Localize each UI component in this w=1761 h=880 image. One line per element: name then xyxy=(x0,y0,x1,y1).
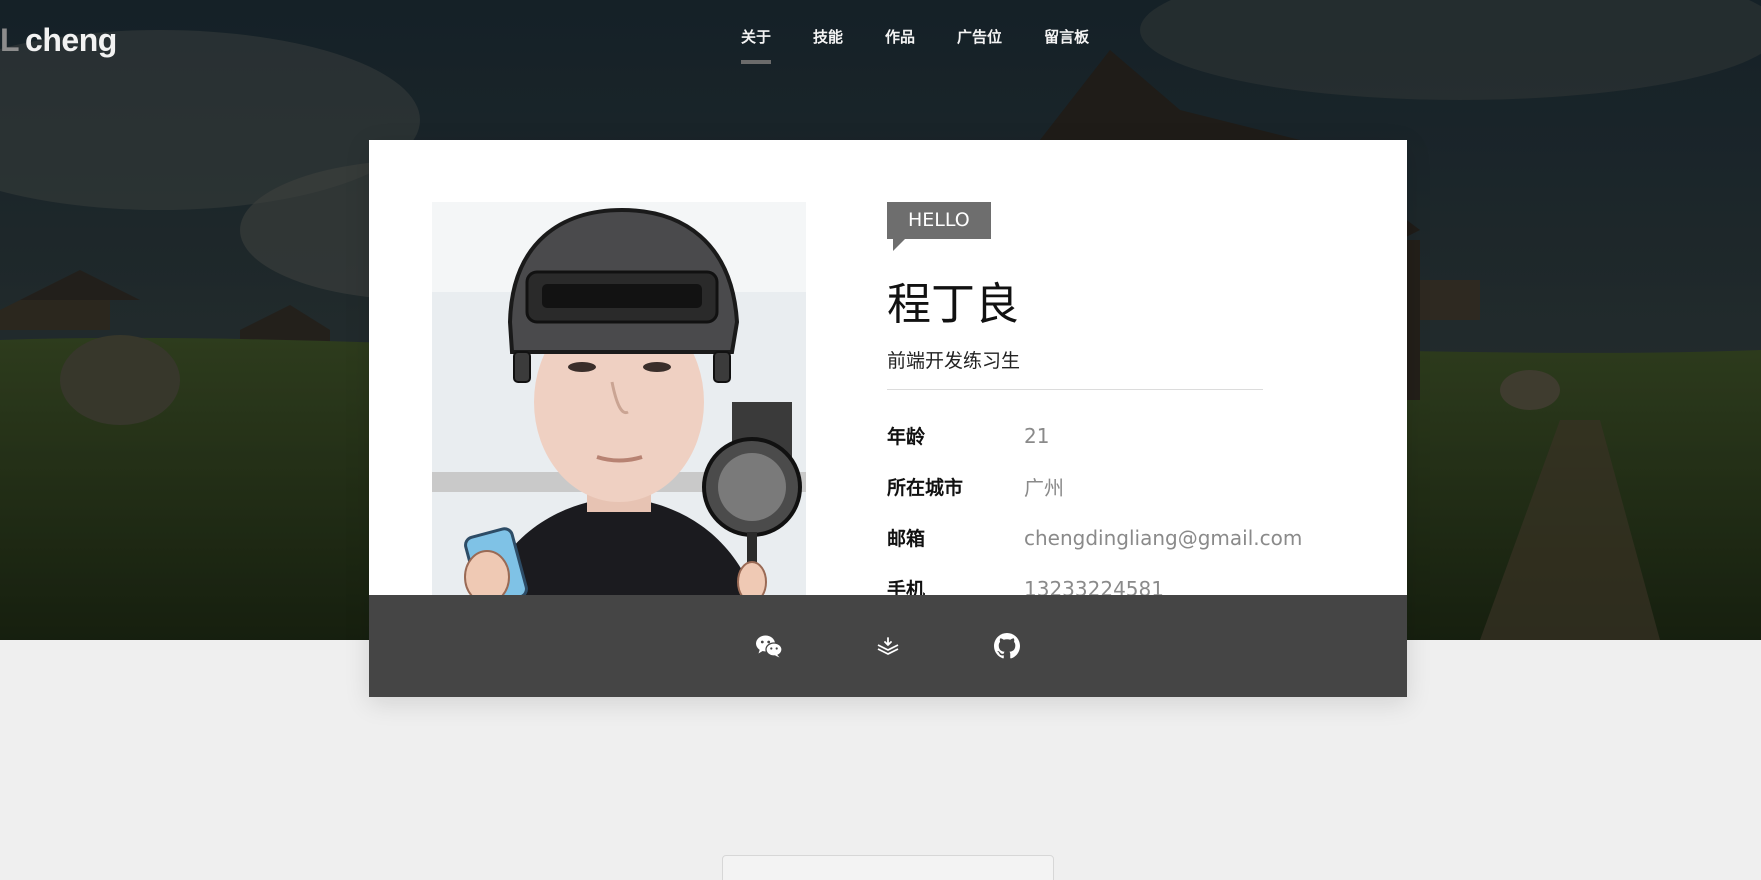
logo-text: cheng xyxy=(25,22,117,58)
profile-photo xyxy=(432,202,806,636)
logo-prefix: L xyxy=(0,22,20,58)
wechat-button[interactable] xyxy=(710,626,829,666)
layers-button[interactable] xyxy=(829,626,948,666)
field-value: 广州 xyxy=(1024,476,1064,500)
site-logo[interactable]: Lcheng xyxy=(0,22,117,59)
nav-item-works[interactable]: 作品 xyxy=(864,26,936,66)
greeting-tag: HELLO xyxy=(887,202,991,251)
field-label: 所在城市 xyxy=(887,477,964,499)
next-section-box xyxy=(722,855,1054,880)
field-value[interactable]: chengdingliang@gmail.com xyxy=(1024,526,1302,550)
nav-item-skills[interactable]: 技能 xyxy=(792,26,864,66)
layers-icon xyxy=(877,637,899,655)
field-value: 21 xyxy=(1024,423,1050,448)
nav-item-ads[interactable]: 广告位 xyxy=(936,26,1023,66)
profile-name: 程丁良 xyxy=(887,279,1019,330)
avatar-illustration xyxy=(432,202,806,636)
field-row-age: 年龄 21 xyxy=(887,410,1347,461)
social-bar xyxy=(369,595,1407,697)
profile-card: HELLO 程丁良 前端开发练习生 年龄 21 所在城市 广州 邮箱 cheng… xyxy=(369,140,1407,697)
field-label: 年龄 xyxy=(887,426,926,448)
field-row-city: 所在城市 广州 xyxy=(887,461,1347,512)
divider xyxy=(887,389,1263,390)
main-nav: 关于 技能 作品 广告位 留言板 xyxy=(720,26,1110,66)
field-label: 邮箱 xyxy=(887,528,926,550)
profile-info: HELLO 程丁良 前端开发练习生 年龄 21 所在城市 广州 邮箱 cheng… xyxy=(887,202,1347,614)
nav-item-guestbook[interactable]: 留言板 xyxy=(1023,26,1110,66)
profile-fields: 年龄 21 所在城市 广州 邮箱 chengdingliang@gmail.co… xyxy=(887,410,1347,614)
profile-title: 前端开发练习生 xyxy=(887,350,1021,372)
wechat-icon xyxy=(756,635,783,658)
field-row-email: 邮箱 chengdingliang@gmail.com xyxy=(887,512,1347,563)
github-button[interactable] xyxy=(948,626,1067,666)
nav-item-about[interactable]: 关于 xyxy=(720,26,792,66)
github-icon xyxy=(994,633,1020,659)
